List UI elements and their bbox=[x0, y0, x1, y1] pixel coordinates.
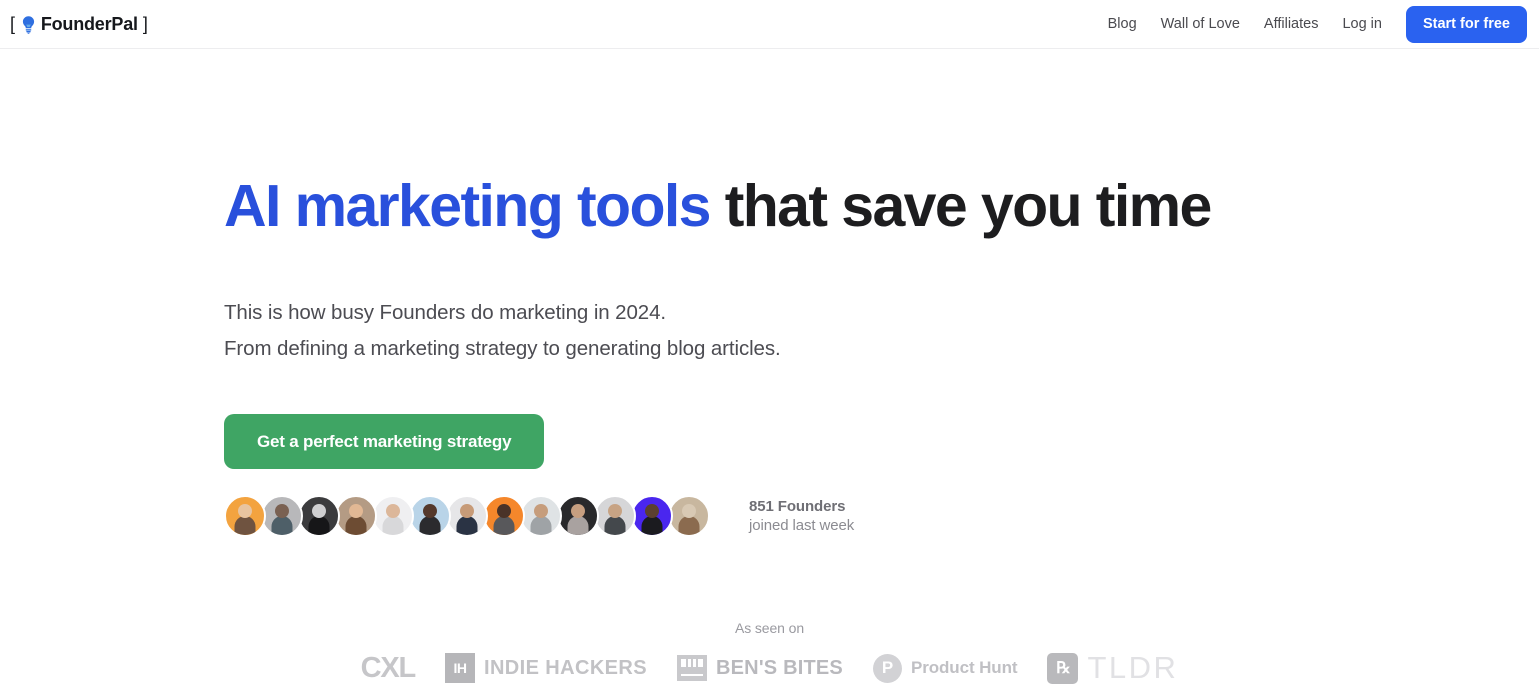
get-marketing-strategy-button[interactable]: Get a perfect marketing strategy bbox=[224, 414, 545, 469]
avatar bbox=[446, 495, 488, 537]
logo-product-hunt: P Product Hunt bbox=[872, 650, 1018, 686]
avatar-head bbox=[312, 504, 326, 518]
brand-name: FounderPal bbox=[40, 13, 138, 34]
as-seen-on-label: As seen on bbox=[734, 620, 805, 636]
indie-hackers-icon: IH bbox=[445, 653, 475, 683]
avatar bbox=[668, 495, 710, 537]
avatar-head bbox=[497, 504, 511, 518]
avatar-body bbox=[567, 516, 589, 535]
avatar-body bbox=[641, 516, 663, 535]
avatar-head bbox=[238, 504, 252, 518]
cxl-wordmark: CXL bbox=[360, 651, 417, 684]
logo-cxl: CXL bbox=[360, 650, 417, 686]
avatar bbox=[224, 495, 266, 537]
press-logo-strip: CXL IH INDIE HACKERS BEN'S BITES P Produ… bbox=[0, 650, 1539, 686]
founders-subtext: joined last week bbox=[749, 517, 855, 534]
bens-bites-wordmark: BEN'S BITES bbox=[716, 656, 843, 679]
founders-count: 851 Founders bbox=[749, 498, 846, 515]
logo-tldr: ℞ TLDR bbox=[1047, 650, 1178, 686]
avatar-head bbox=[534, 504, 548, 518]
product-hunt-icon: P bbox=[872, 653, 902, 683]
headline-rest: that save you time bbox=[709, 173, 1213, 239]
avatar-head bbox=[460, 504, 474, 518]
main-nav: Blog Wall of Love Affiliates Log in Star… bbox=[1096, 5, 1527, 43]
brand-open-bracket: [ bbox=[10, 13, 15, 34]
avatar bbox=[520, 495, 562, 537]
brand-logo[interactable]: [ FounderPal ] bbox=[10, 14, 148, 35]
avatar-body bbox=[456, 516, 478, 535]
nav-link-affiliates[interactable]: Affiliates bbox=[1252, 10, 1331, 38]
avatar-body bbox=[493, 516, 515, 535]
avatar-body bbox=[345, 516, 367, 535]
avatar-head bbox=[608, 504, 622, 518]
avatar bbox=[261, 495, 303, 537]
product-hunt-wordmark: Product Hunt bbox=[910, 658, 1018, 677]
avatar-group bbox=[224, 495, 710, 537]
indie-hackers-wordmark: INDIE HACKERS bbox=[484, 656, 647, 679]
social-proof: 851 Founders joined last week bbox=[224, 495, 854, 537]
avatar-body bbox=[382, 516, 404, 535]
avatar-head bbox=[682, 504, 696, 518]
avatar-head bbox=[349, 504, 363, 518]
social-proof-text: 851 Founders joined last week bbox=[749, 497, 854, 535]
start-for-free-button[interactable]: Start for free bbox=[1405, 5, 1527, 43]
nav-link-blog[interactable]: Blog bbox=[1096, 10, 1149, 38]
site-header: [ FounderPal ] Blog Wall of Love Affilia… bbox=[0, 0, 1539, 49]
subheading-line-2: From defining a marketing strategy to ge… bbox=[224, 337, 781, 360]
logo-bens-bites: BEN'S BITES bbox=[677, 650, 843, 686]
headline-accent: AI marketing tools bbox=[224, 173, 712, 239]
avatar-head bbox=[571, 504, 585, 518]
as-seen-on-section: As seen on CXL IH INDIE HACKERS BEN'S BI… bbox=[0, 620, 1539, 686]
avatar-body bbox=[678, 516, 700, 535]
avatar-head bbox=[275, 504, 289, 518]
avatar bbox=[298, 495, 340, 537]
avatar bbox=[557, 495, 599, 537]
tldr-wordmark: TLDR bbox=[1087, 650, 1179, 685]
hero-section: AI marketing tools that save you time Th… bbox=[0, 49, 1539, 698]
tldr-icon: ℞ bbox=[1047, 652, 1079, 684]
avatar-head bbox=[645, 504, 659, 518]
avatar-body bbox=[419, 516, 441, 535]
avatar bbox=[483, 495, 525, 537]
brand-close-bracket: ] bbox=[142, 13, 148, 34]
page-title: AI marketing tools that save you time bbox=[224, 173, 1213, 239]
avatar bbox=[594, 495, 636, 537]
avatar bbox=[372, 495, 414, 537]
hero-subheading: This is how busy Founders do marketing i… bbox=[224, 295, 781, 367]
subheading-line-1: This is how busy Founders do marketing i… bbox=[224, 301, 666, 324]
avatar-head bbox=[423, 504, 437, 518]
avatar-head bbox=[386, 504, 400, 518]
avatar-body bbox=[271, 516, 293, 535]
nav-link-log-in[interactable]: Log in bbox=[1330, 10, 1394, 38]
avatar-body bbox=[234, 516, 256, 535]
avatar bbox=[409, 495, 451, 537]
avatar-body bbox=[604, 516, 626, 535]
avatar bbox=[631, 495, 673, 537]
lightbulb-icon bbox=[20, 15, 37, 34]
avatar-body bbox=[530, 516, 552, 535]
bens-bites-icon bbox=[677, 655, 707, 681]
nav-link-wall-of-love[interactable]: Wall of Love bbox=[1149, 10, 1252, 38]
avatar-body bbox=[308, 516, 330, 535]
logo-indie-hackers: IH INDIE HACKERS bbox=[445, 650, 647, 686]
avatar bbox=[335, 495, 377, 537]
